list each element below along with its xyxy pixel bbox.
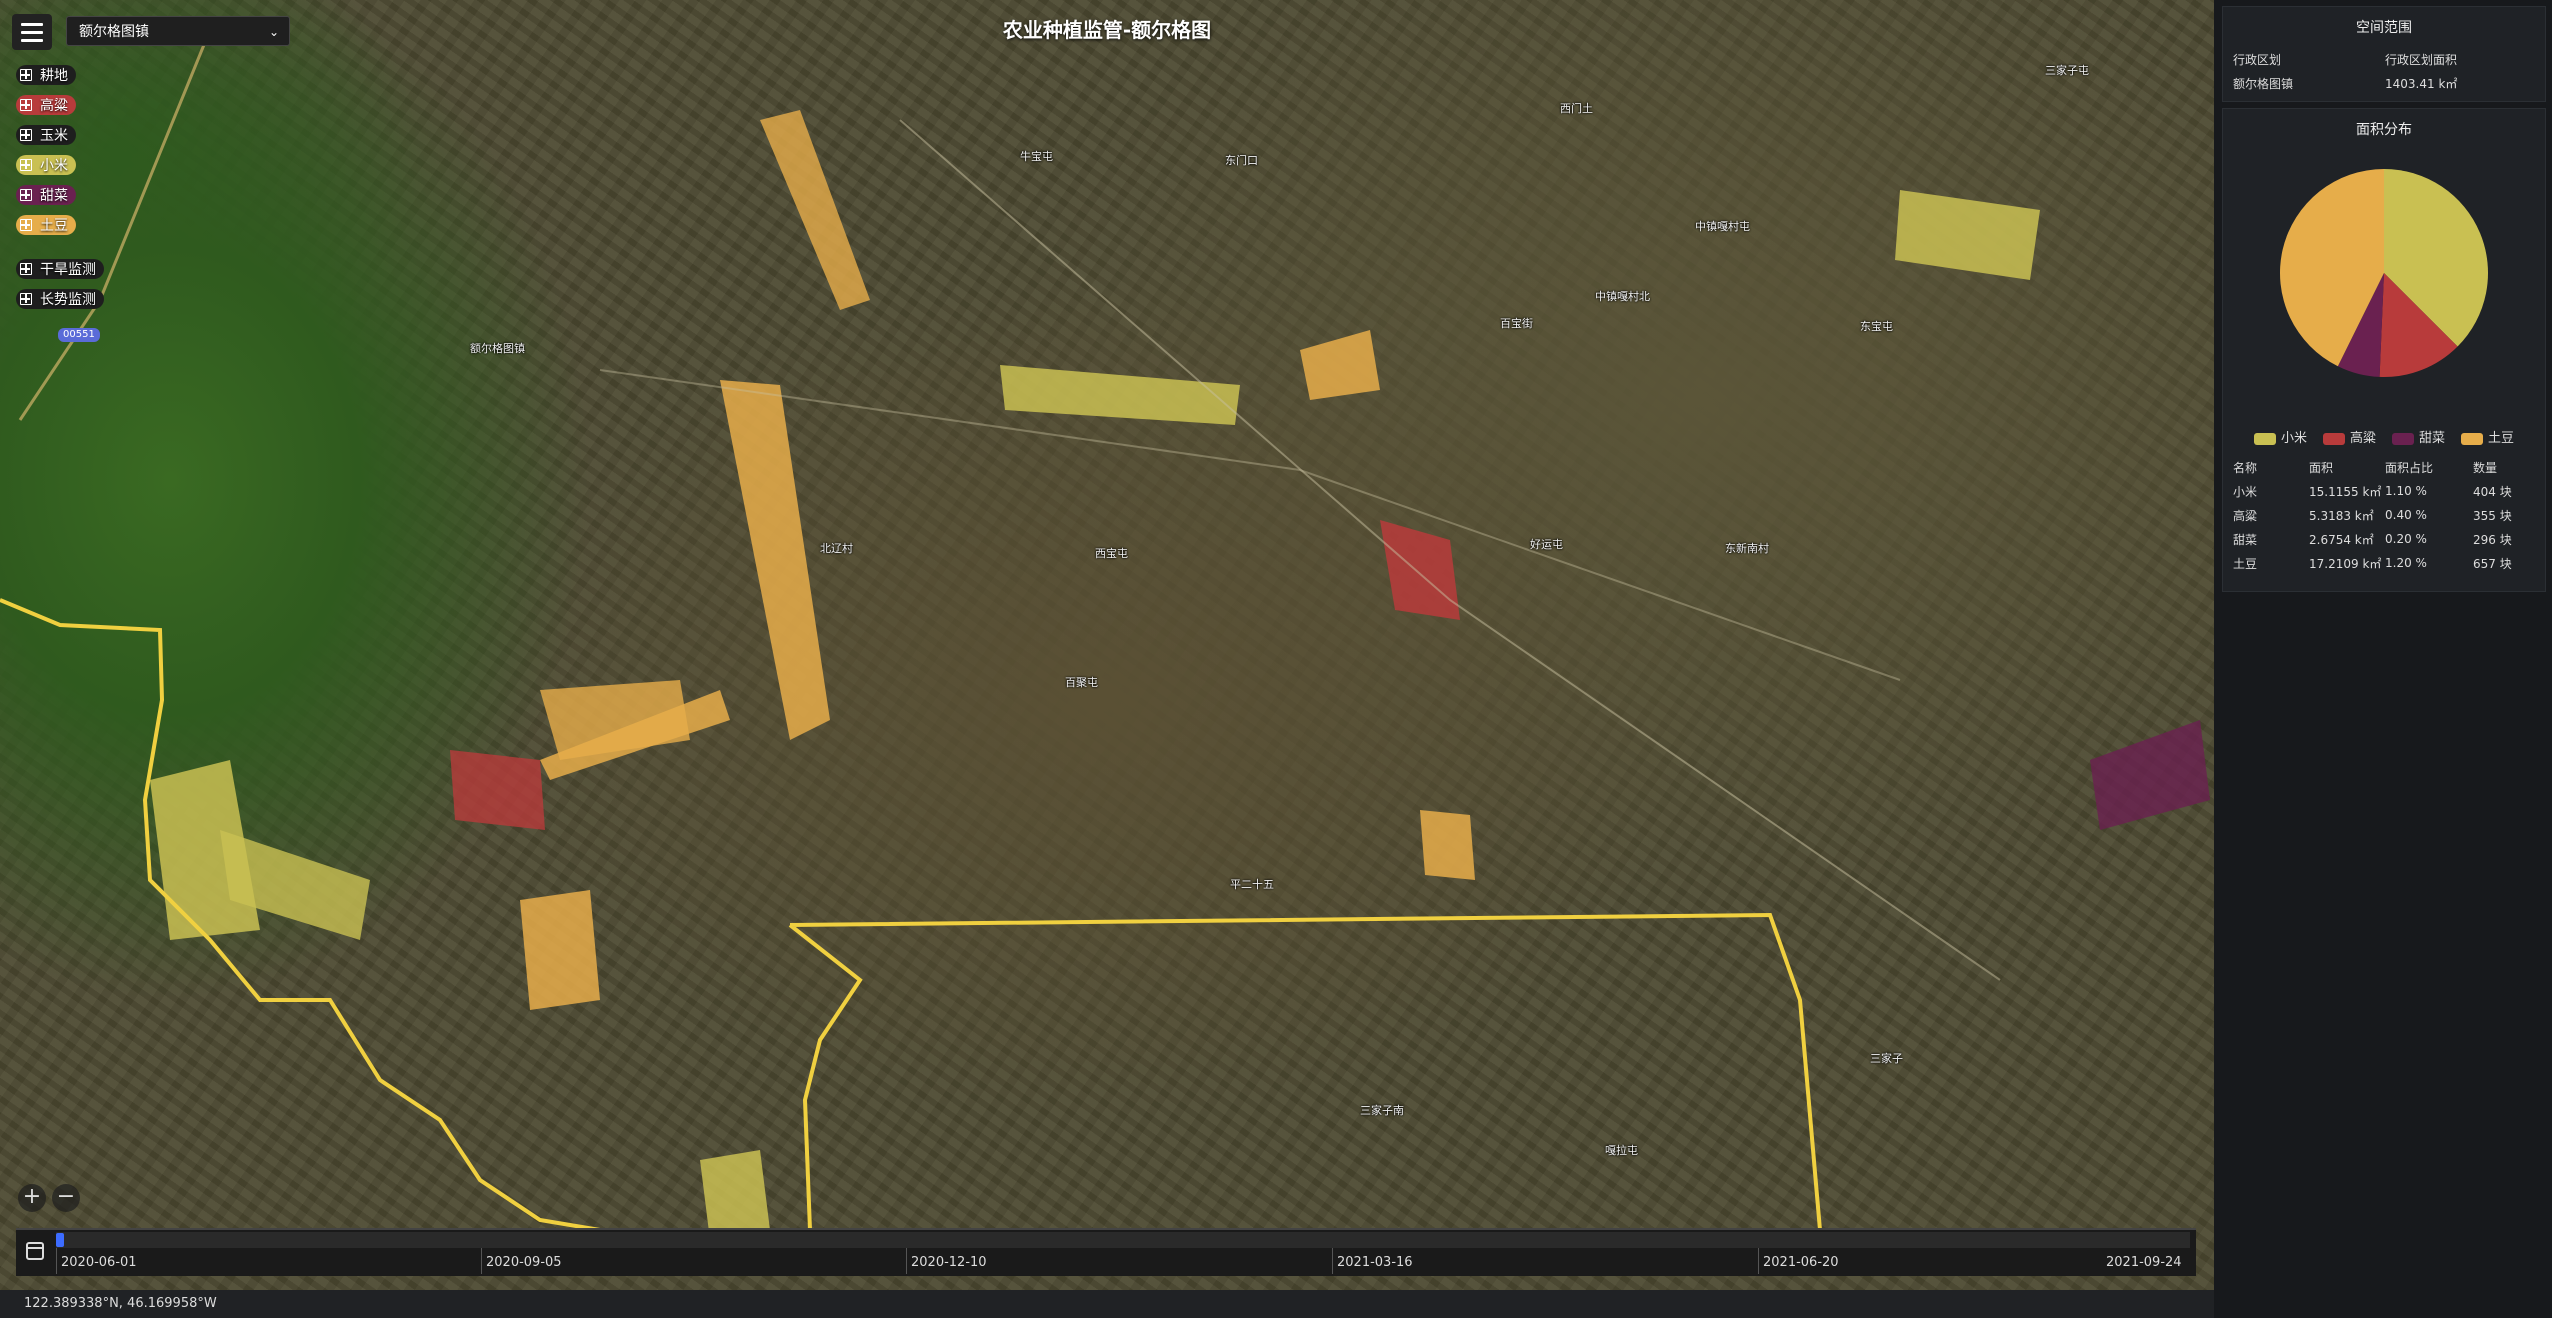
timeline-tick[interactable]: 2021-09-24: [2102, 1248, 2182, 1274]
layer-swatch: 玉米: [16, 125, 76, 145]
timeline-tick[interactable]: 2020-09-05: [481, 1248, 562, 1274]
place-label: 东新南村: [1725, 542, 1769, 555]
spatial-range-title: 空间范围: [2356, 20, 2412, 36]
table-row: 小米 15.1155 k㎡ 1.10 % 404 块: [2233, 484, 2512, 499]
place-label: 三家子屯: [2045, 64, 2089, 77]
layer-swatch: 高粱: [16, 95, 76, 115]
admin-boundary: [0, 598, 1822, 1232]
grid-icon: [20, 129, 32, 141]
layer-swatch: 土豆: [16, 215, 76, 235]
place-label: 额尔格图镇: [470, 342, 525, 355]
layer-swatch: 甜菜: [16, 185, 76, 205]
layer-item-growth[interactable]: 长势监测: [16, 288, 104, 310]
admin-division-value: 额尔格图镇: [2233, 77, 2294, 91]
timeline: 2020-06-01 2020-09-05 2020-12-10 2021-03…: [16, 1228, 2196, 1276]
timeline-bar[interactable]: [56, 1232, 2190, 1248]
place-label: 东门口: [1225, 154, 1258, 167]
map-overlay: [0, 29, 2210, 1240]
crop-parcels: [150, 110, 2210, 1240]
area-stats-table: 名称 面积 面积占比 数量 小米 15.1155 k㎡ 1.10 % 404 块 高粱…: [2233, 455, 2533, 575]
pie-chart: [2280, 169, 2488, 377]
timeline-handle[interactable]: [56, 1233, 64, 1247]
sprout-icon: [20, 293, 32, 305]
grid-icon: [20, 219, 32, 231]
map-title: 农业种植监管-额尔格图: [1002, 18, 1212, 42]
legend-item[interactable]: 小米: [2253, 427, 2307, 446]
place-label: 中镇嘎村北: [1595, 290, 1650, 303]
zoom-controls: + −: [18, 1184, 80, 1212]
admin-division-header: 行政区划: [2233, 53, 2282, 67]
layer-swatch: 干旱监测: [16, 259, 104, 279]
layer-item-sorghum[interactable]: 高粱: [16, 94, 104, 116]
grid-icon: [20, 69, 32, 81]
place-label: 好运屯: [1530, 538, 1563, 551]
menu-button[interactable]: [12, 14, 52, 50]
location-badge: 00551: [58, 328, 100, 342]
layer-swatch: 小米: [16, 155, 76, 175]
region-select-value: 额尔格图镇: [79, 24, 149, 40]
table-row: 高粱 5.3183 k㎡ 0.40 % 355 块: [2233, 508, 2512, 523]
layer-item-cultivated[interactable]: 耕地: [16, 64, 104, 86]
area-distribution-title: 面积分布: [2356, 122, 2412, 138]
region-select[interactable]: 额尔格图镇 ⌄: [66, 16, 290, 46]
hamburger-icon: [21, 22, 43, 26]
right-panel: 空间范围 行政区划 行政区划面积 额尔格图镇 1403.41 k㎡ 面积分布 小…: [2214, 0, 2552, 1318]
pie-legend: 小米 高粱 甜菜 土豆: [2223, 427, 2545, 446]
chevron-down-icon: ⌄: [268, 25, 279, 39]
place-label: 三家子: [1870, 1052, 1903, 1065]
place-label: 西宝屯: [1095, 547, 1128, 560]
table-row: 甜菜 2.6754 k㎡ 0.20 % 296 块: [2233, 532, 2512, 547]
layer-item-potato[interactable]: 土豆: [16, 214, 104, 236]
timeline-tick[interactable]: 2021-06-20: [1758, 1248, 1839, 1274]
table-header-row: 名称 面积 面积占比 数量: [2233, 460, 2498, 475]
layer-item-drought[interactable]: 干旱监测: [16, 258, 104, 280]
place-label: 嘎拉屯: [1605, 1144, 1638, 1157]
place-label: 百宝街: [1500, 317, 1533, 330]
grid-icon: [20, 159, 32, 171]
area-distribution-card: 面积分布 小米 高粱 甜菜 土豆 名称 面积 面积占比 数量 小米 15.1155…: [2222, 108, 2546, 592]
calendar-icon[interactable]: [26, 1242, 44, 1260]
place-label: 平二十五: [1230, 878, 1274, 891]
place-label: 百聚屯: [1065, 676, 1098, 689]
grid-icon: [20, 263, 32, 275]
timeline-tick[interactable]: 2020-06-01: [56, 1248, 137, 1274]
layer-item-millet[interactable]: 小米: [16, 154, 104, 176]
layer-item-beet[interactable]: 甜菜: [16, 184, 104, 206]
layer-swatch: 耕地: [16, 65, 76, 85]
place-label: 东宝屯: [1860, 320, 1893, 333]
satellite-map[interactable]: 农业种植监管-额尔格图 额尔格图镇 ⌄ 耕地 高粱 玉米 小米 甜菜 土豆 干旱…: [0, 0, 2214, 1290]
layer-list: 耕地 高粱 玉米 小米 甜菜 土豆 干旱监测 长势监测: [16, 64, 104, 318]
place-label: 西门土: [1560, 102, 1593, 115]
zoom-out-button[interactable]: −: [52, 1184, 80, 1212]
admin-area-header: 行政区划面积: [2385, 53, 2458, 67]
place-label: 牛宝屯: [1020, 150, 1053, 163]
legend-item[interactable]: 土豆: [2461, 427, 2514, 446]
place-label: 北辽村: [820, 542, 853, 555]
grid-icon: [20, 189, 32, 201]
zoom-in-button[interactable]: +: [18, 1184, 46, 1212]
spatial-range-card: 空间范围 行政区划 行政区划面积 额尔格图镇 1403.41 k㎡: [2222, 6, 2546, 102]
admin-area-value: 1403.41 k㎡: [2385, 77, 2458, 91]
timeline-track[interactable]: 2020-06-01 2020-09-05 2020-12-10 2021-03…: [56, 1230, 2190, 1276]
timeline-tick[interactable]: 2021-03-16: [1332, 1248, 1413, 1274]
timeline-tick[interactable]: 2020-12-10: [906, 1248, 987, 1274]
layer-item-corn[interactable]: 玉米: [16, 124, 104, 146]
layer-swatch: 长势监测: [16, 289, 104, 309]
legend-item[interactable]: 高粱: [2322, 427, 2376, 446]
legend-item[interactable]: 甜菜: [2392, 427, 2445, 446]
coordinate-readout: 122.389338°N, 46.169958°W: [0, 1290, 2214, 1318]
place-label: 中镇嘎村屯: [1695, 220, 1750, 233]
table-row: 土豆 17.2109 k㎡ 1.20 % 657 块: [2233, 556, 2512, 571]
place-label: 三家子南: [1360, 1104, 1404, 1117]
grid-icon: [20, 99, 32, 111]
